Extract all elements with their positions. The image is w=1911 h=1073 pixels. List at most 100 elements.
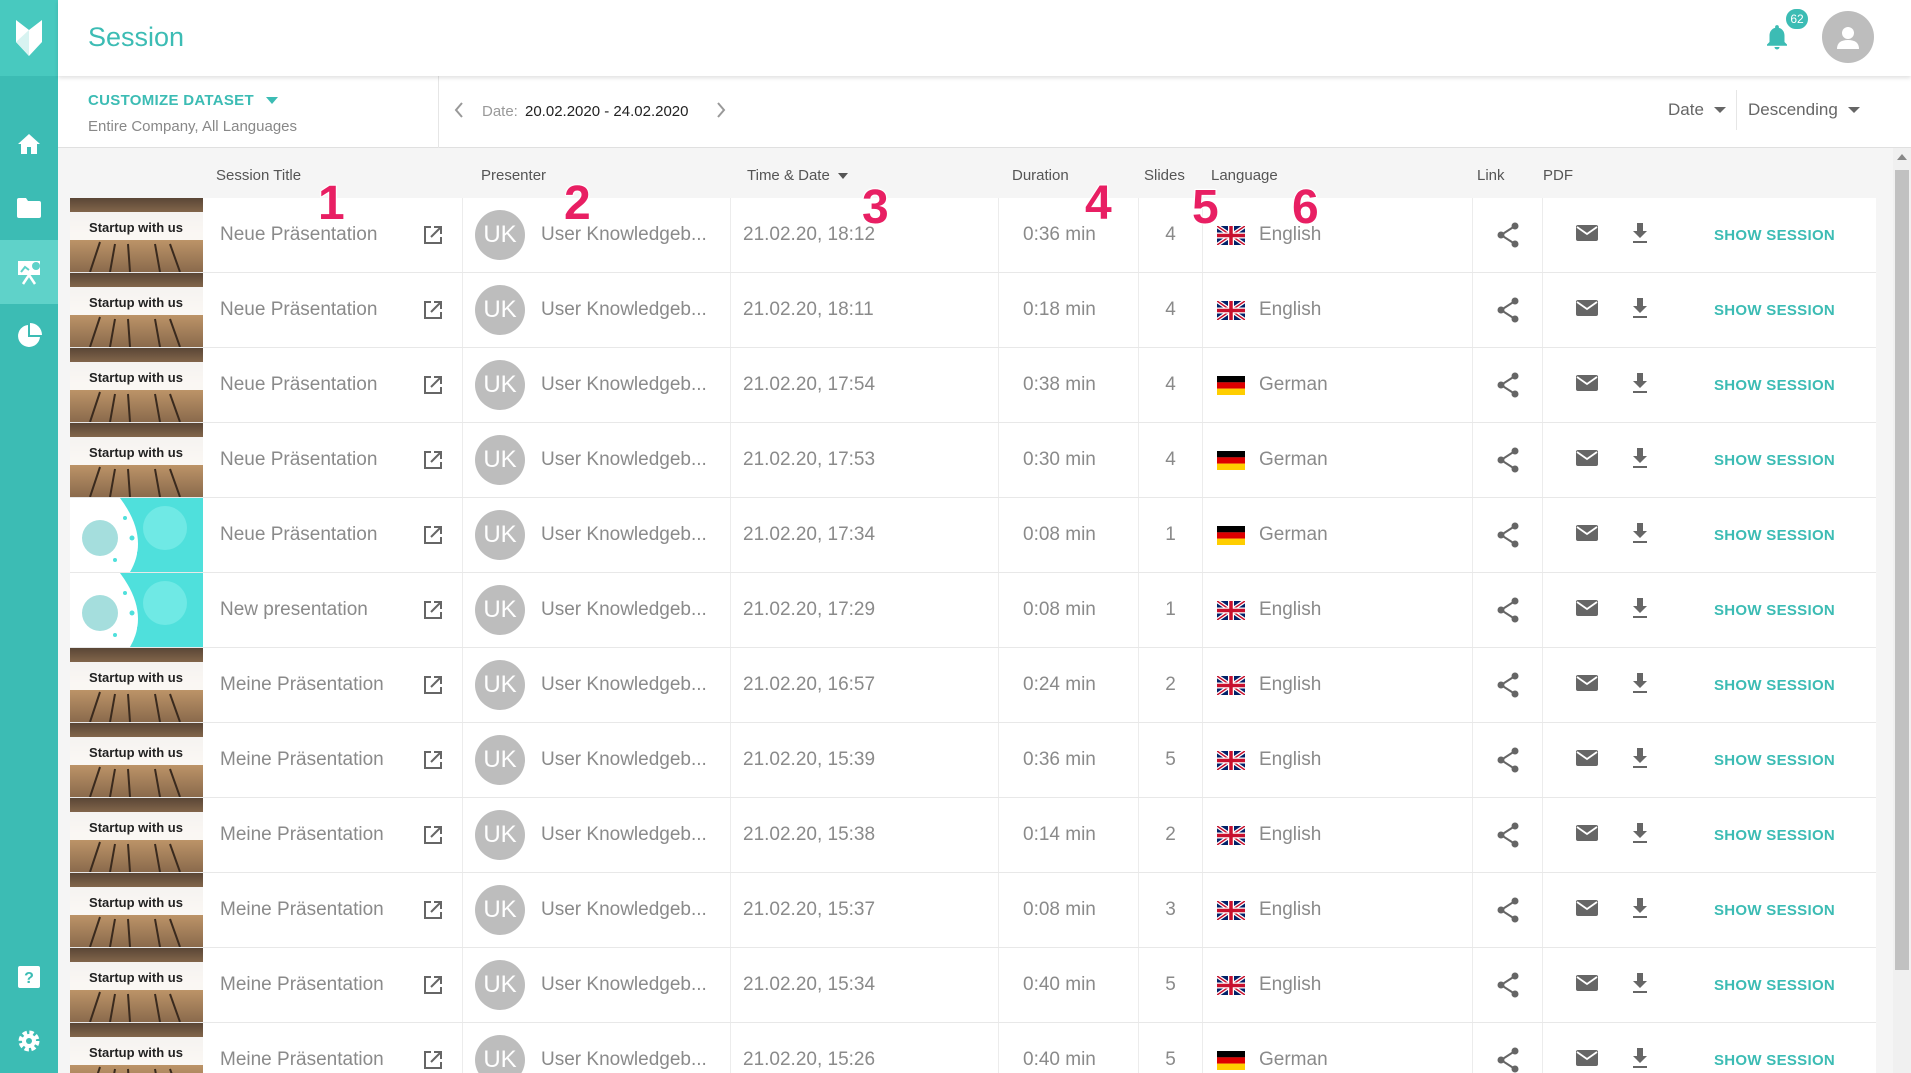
column-header-duration[interactable]: Duration — [1012, 167, 1069, 184]
scrollbar-thumb[interactable] — [1895, 170, 1909, 970]
share-link-button[interactable] — [1473, 873, 1543, 947]
download-pdf-button[interactable] — [1631, 747, 1649, 774]
email-pdf-button[interactable] — [1575, 599, 1599, 622]
share-link-button[interactable] — [1473, 723, 1543, 797]
show-session-button[interactable]: SHOW SESSION — [1673, 798, 1876, 872]
download-pdf-button[interactable] — [1631, 297, 1649, 324]
table-row[interactable]: Startup with us Meine Präsentation UK User … — [70, 948, 1876, 1023]
show-session-button[interactable]: SHOW SESSION — [1673, 1023, 1876, 1073]
sidebar-item-help[interactable]: ? — [0, 945, 58, 1009]
column-header-language[interactable]: Language — [1211, 167, 1278, 184]
share-link-button[interactable] — [1473, 798, 1543, 872]
show-session-button[interactable]: SHOW SESSION — [1673, 423, 1876, 497]
download-pdf-button[interactable] — [1631, 372, 1649, 399]
column-header-slides[interactable]: Slides — [1144, 167, 1185, 184]
slide-thumbnail[interactable]: Startup with us — [70, 423, 203, 497]
sort-field-select[interactable]: Date — [1668, 100, 1726, 120]
open-external-icon[interactable] — [422, 599, 444, 621]
open-external-icon[interactable] — [422, 374, 444, 396]
table-row[interactable]: New presentation UK User Knowledgeb... 21.0… — [70, 573, 1876, 648]
show-session-button[interactable]: SHOW SESSION — [1673, 273, 1876, 347]
table-row[interactable]: Startup with us Meine Präsentation UK User … — [70, 648, 1876, 723]
sidebar-item-files[interactable] — [0, 176, 58, 240]
show-session-button[interactable]: SHOW SESSION — [1673, 198, 1876, 272]
slide-thumbnail[interactable]: Startup with us — [70, 273, 203, 347]
app-logo[interactable] — [0, 0, 58, 76]
share-link-button[interactable] — [1473, 423, 1543, 497]
email-pdf-button[interactable] — [1575, 374, 1599, 397]
open-external-icon[interactable] — [422, 524, 444, 546]
sort-order-select[interactable]: Descending — [1748, 100, 1860, 120]
open-external-icon[interactable] — [422, 299, 444, 321]
scroll-up-icon[interactable] — [1897, 154, 1907, 160]
email-pdf-button[interactable] — [1575, 749, 1599, 772]
table-row[interactable]: Startup with us Meine Präsentation UK User … — [70, 873, 1876, 948]
slide-thumbnail[interactable]: Startup with us — [70, 198, 203, 272]
email-pdf-button[interactable] — [1575, 524, 1599, 547]
show-session-button[interactable]: SHOW SESSION — [1673, 948, 1876, 1022]
sidebar-item-settings[interactable] — [0, 1009, 58, 1073]
share-link-button[interactable] — [1473, 648, 1543, 722]
slide-thumbnail[interactable]: Startup with us — [70, 798, 203, 872]
download-pdf-button[interactable] — [1631, 897, 1649, 924]
slide-thumbnail[interactable] — [70, 573, 203, 647]
open-external-icon[interactable] — [422, 974, 444, 996]
show-session-button[interactable]: SHOW SESSION — [1673, 723, 1876, 797]
download-pdf-button[interactable] — [1631, 447, 1649, 474]
share-link-button[interactable] — [1473, 573, 1543, 647]
customize-dataset-button[interactable]: CUSTOMIZE DATASET — [88, 92, 278, 109]
email-pdf-button[interactable] — [1575, 899, 1599, 922]
column-header-time[interactable]: Time & Date — [747, 167, 848, 184]
sidebar-item-sessions[interactable] — [0, 240, 58, 304]
show-session-button[interactable]: SHOW SESSION — [1673, 498, 1876, 572]
open-external-icon[interactable] — [422, 899, 444, 921]
download-pdf-button[interactable] — [1631, 1047, 1649, 1073]
email-pdf-button[interactable] — [1575, 974, 1599, 997]
table-row[interactable]: Startup with us Meine Präsentation UK User … — [70, 798, 1876, 873]
show-session-button[interactable]: SHOW SESSION — [1673, 873, 1876, 947]
email-pdf-button[interactable] — [1575, 824, 1599, 847]
slide-thumbnail[interactable]: Startup with us — [70, 948, 203, 1022]
slide-thumbnail[interactable] — [70, 498, 203, 572]
slide-thumbnail[interactable]: Startup with us — [70, 1023, 203, 1073]
slide-thumbnail[interactable]: Startup with us — [70, 873, 203, 947]
show-session-button[interactable]: SHOW SESSION — [1673, 573, 1876, 647]
open-external-icon[interactable] — [422, 1049, 444, 1071]
open-external-icon[interactable] — [422, 224, 444, 246]
date-range[interactable]: 20.02.2020 - 24.02.2020 — [525, 103, 688, 120]
show-session-button[interactable]: SHOW SESSION — [1673, 348, 1876, 422]
open-external-icon[interactable] — [422, 449, 444, 471]
date-next-button[interactable] — [714, 100, 728, 125]
download-pdf-button[interactable] — [1631, 672, 1649, 699]
open-external-icon[interactable] — [422, 674, 444, 696]
date-prev-button[interactable] — [452, 100, 466, 125]
open-external-icon[interactable] — [422, 824, 444, 846]
download-pdf-button[interactable] — [1631, 972, 1649, 999]
email-pdf-button[interactable] — [1575, 449, 1599, 472]
slide-thumbnail[interactable]: Startup with us — [70, 723, 203, 797]
share-link-button[interactable] — [1473, 348, 1543, 422]
download-pdf-button[interactable] — [1631, 597, 1649, 624]
download-pdf-button[interactable] — [1631, 822, 1649, 849]
vertical-scrollbar[interactable] — [1893, 148, 1911, 1073]
table-row[interactable]: Startup with us Meine Präsentation UK User … — [70, 723, 1876, 798]
email-pdf-button[interactable] — [1575, 299, 1599, 322]
column-header-presenter[interactable]: Presenter — [481, 167, 546, 184]
table-row[interactable]: Startup with us Neue Präsentation UK User K… — [70, 348, 1876, 423]
download-pdf-button[interactable] — [1631, 222, 1649, 249]
sidebar-item-analytics[interactable] — [0, 304, 58, 368]
share-link-button[interactable] — [1473, 498, 1543, 572]
email-pdf-button[interactable] — [1575, 224, 1599, 247]
share-link-button[interactable] — [1473, 948, 1543, 1022]
open-external-icon[interactable] — [422, 749, 444, 771]
share-link-button[interactable] — [1473, 1023, 1543, 1073]
email-pdf-button[interactable] — [1575, 674, 1599, 697]
slide-thumbnail[interactable]: Startup with us — [70, 648, 203, 722]
sidebar-item-home[interactable] — [0, 112, 58, 176]
table-row[interactable]: Startup with us Neue Präsentation UK User K… — [70, 273, 1876, 348]
table-row[interactable]: Neue Präsentation UK User Knowledgeb... 21.… — [70, 498, 1876, 573]
show-session-button[interactable]: SHOW SESSION — [1673, 648, 1876, 722]
table-row[interactable]: Startup with us Neue Präsentation UK User K… — [70, 423, 1876, 498]
column-header-title[interactable]: Session Title — [216, 167, 301, 184]
share-link-button[interactable] — [1473, 198, 1543, 272]
